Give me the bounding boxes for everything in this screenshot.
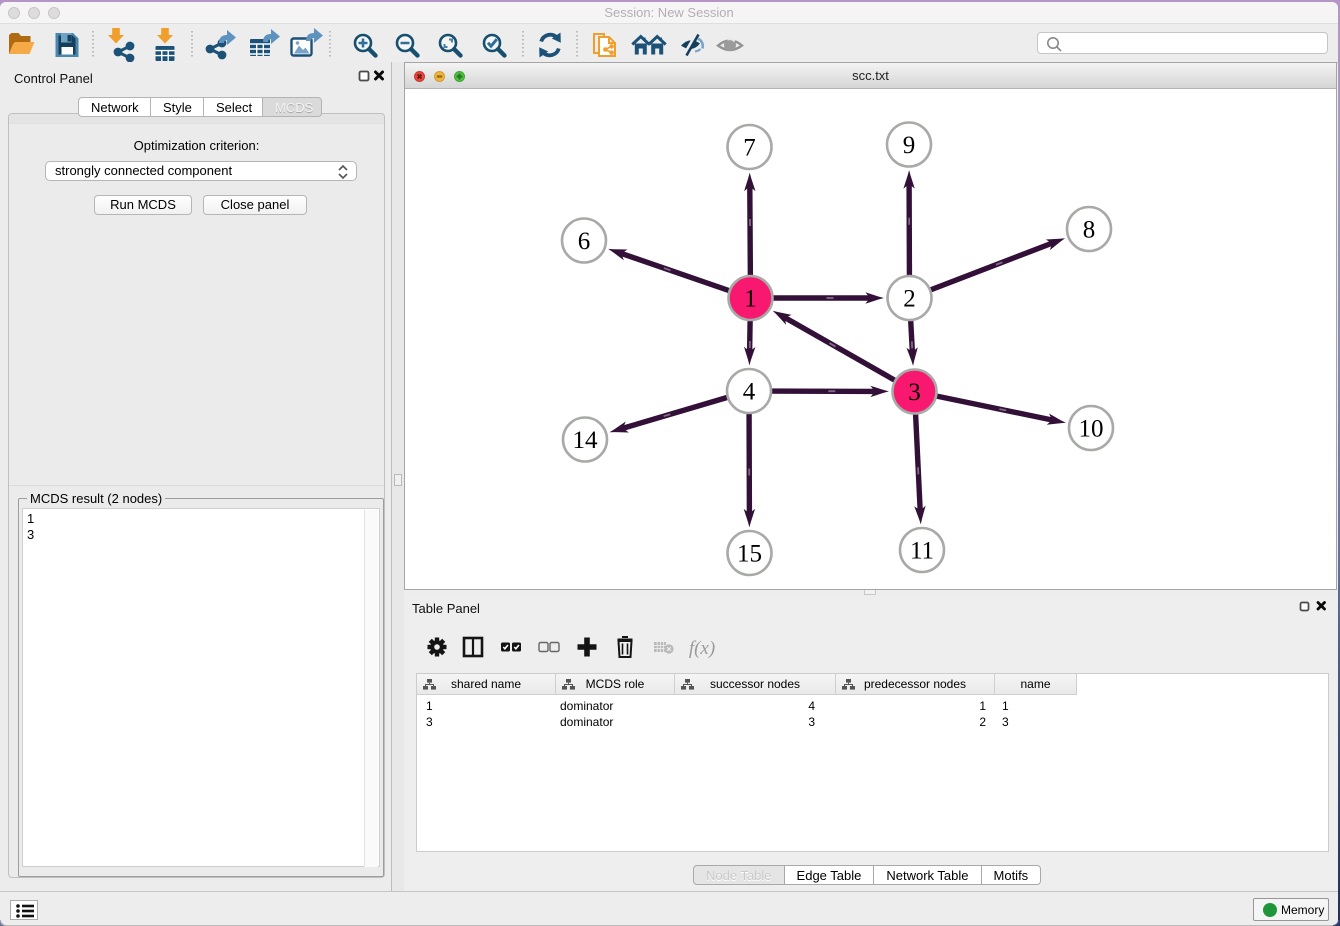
svg-text:8: 8 (1083, 217, 1096, 244)
svg-text:f(x): f(x) (689, 638, 715, 659)
svg-text:9: 9 (903, 132, 916, 159)
svg-text:11: 11 (910, 538, 934, 565)
svg-text:15: 15 (737, 541, 762, 568)
svg-text:4: 4 (743, 379, 756, 406)
svg-text:10: 10 (1079, 416, 1104, 443)
svg-text:3: 3 (908, 379, 921, 406)
svg-text:2: 2 (903, 286, 916, 313)
svg-text:7: 7 (743, 135, 756, 162)
svg-text:1: 1 (744, 286, 757, 313)
svg-text:6: 6 (578, 228, 591, 255)
svg-text:14: 14 (573, 427, 599, 454)
